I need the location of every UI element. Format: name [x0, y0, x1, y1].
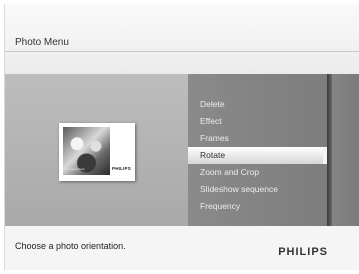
- menu-item-label: Zoom and Crop: [200, 167, 260, 177]
- menu-item-frequency[interactable]: Frequency: [188, 198, 327, 215]
- preview-panel: Text goes here PHILIPS: [5, 74, 188, 226]
- menu-item-label: Frequency: [200, 201, 241, 211]
- photo-caption: Text goes here: [65, 167, 85, 171]
- menu-item-rotate[interactable]: Rotate: [188, 147, 327, 164]
- menu-item-delete[interactable]: Delete: [188, 96, 327, 113]
- page-title: Photo Menu: [15, 37, 69, 48]
- menu-item-zoom-and-crop[interactable]: Zoom and Crop: [188, 164, 327, 181]
- menu-item-label: Frames: [200, 133, 229, 143]
- header-bar: Photo Menu: [5, 4, 359, 74]
- menu-item-label: Delete: [200, 99, 225, 109]
- brand-logo: PHILIPS: [278, 246, 328, 258]
- menu-list: Delete Effect Frames Rotate Zoom and Cro…: [188, 96, 327, 215]
- screen-frame: Photo Menu Text goes here PHILIPS Delete…: [4, 4, 359, 270]
- footer-bar: Choose a photo orientation. PHILIPS: [5, 226, 359, 270]
- menu-item-label: Rotate: [200, 150, 226, 160]
- header-divider: [5, 51, 359, 52]
- menu-item-effect[interactable]: Effect: [188, 113, 327, 130]
- photo-brand-logo: PHILIPS: [112, 166, 131, 171]
- photo-thumbnail: Text goes here PHILIPS: [59, 123, 135, 181]
- content-area: Text goes here PHILIPS Delete Effect Fra…: [5, 74, 359, 226]
- help-text: Choose a photo orientation.: [15, 241, 126, 251]
- menu-item-frames[interactable]: Frames: [188, 130, 327, 147]
- menu-item-label: Effect: [200, 116, 222, 126]
- submenu-panel: [332, 74, 359, 226]
- photo-menu: Delete Effect Frames Rotate Zoom and Cro…: [188, 74, 327, 226]
- menu-item-slideshow-sequence[interactable]: Slideshow sequence: [188, 181, 327, 198]
- menu-item-label: Slideshow sequence: [200, 184, 278, 194]
